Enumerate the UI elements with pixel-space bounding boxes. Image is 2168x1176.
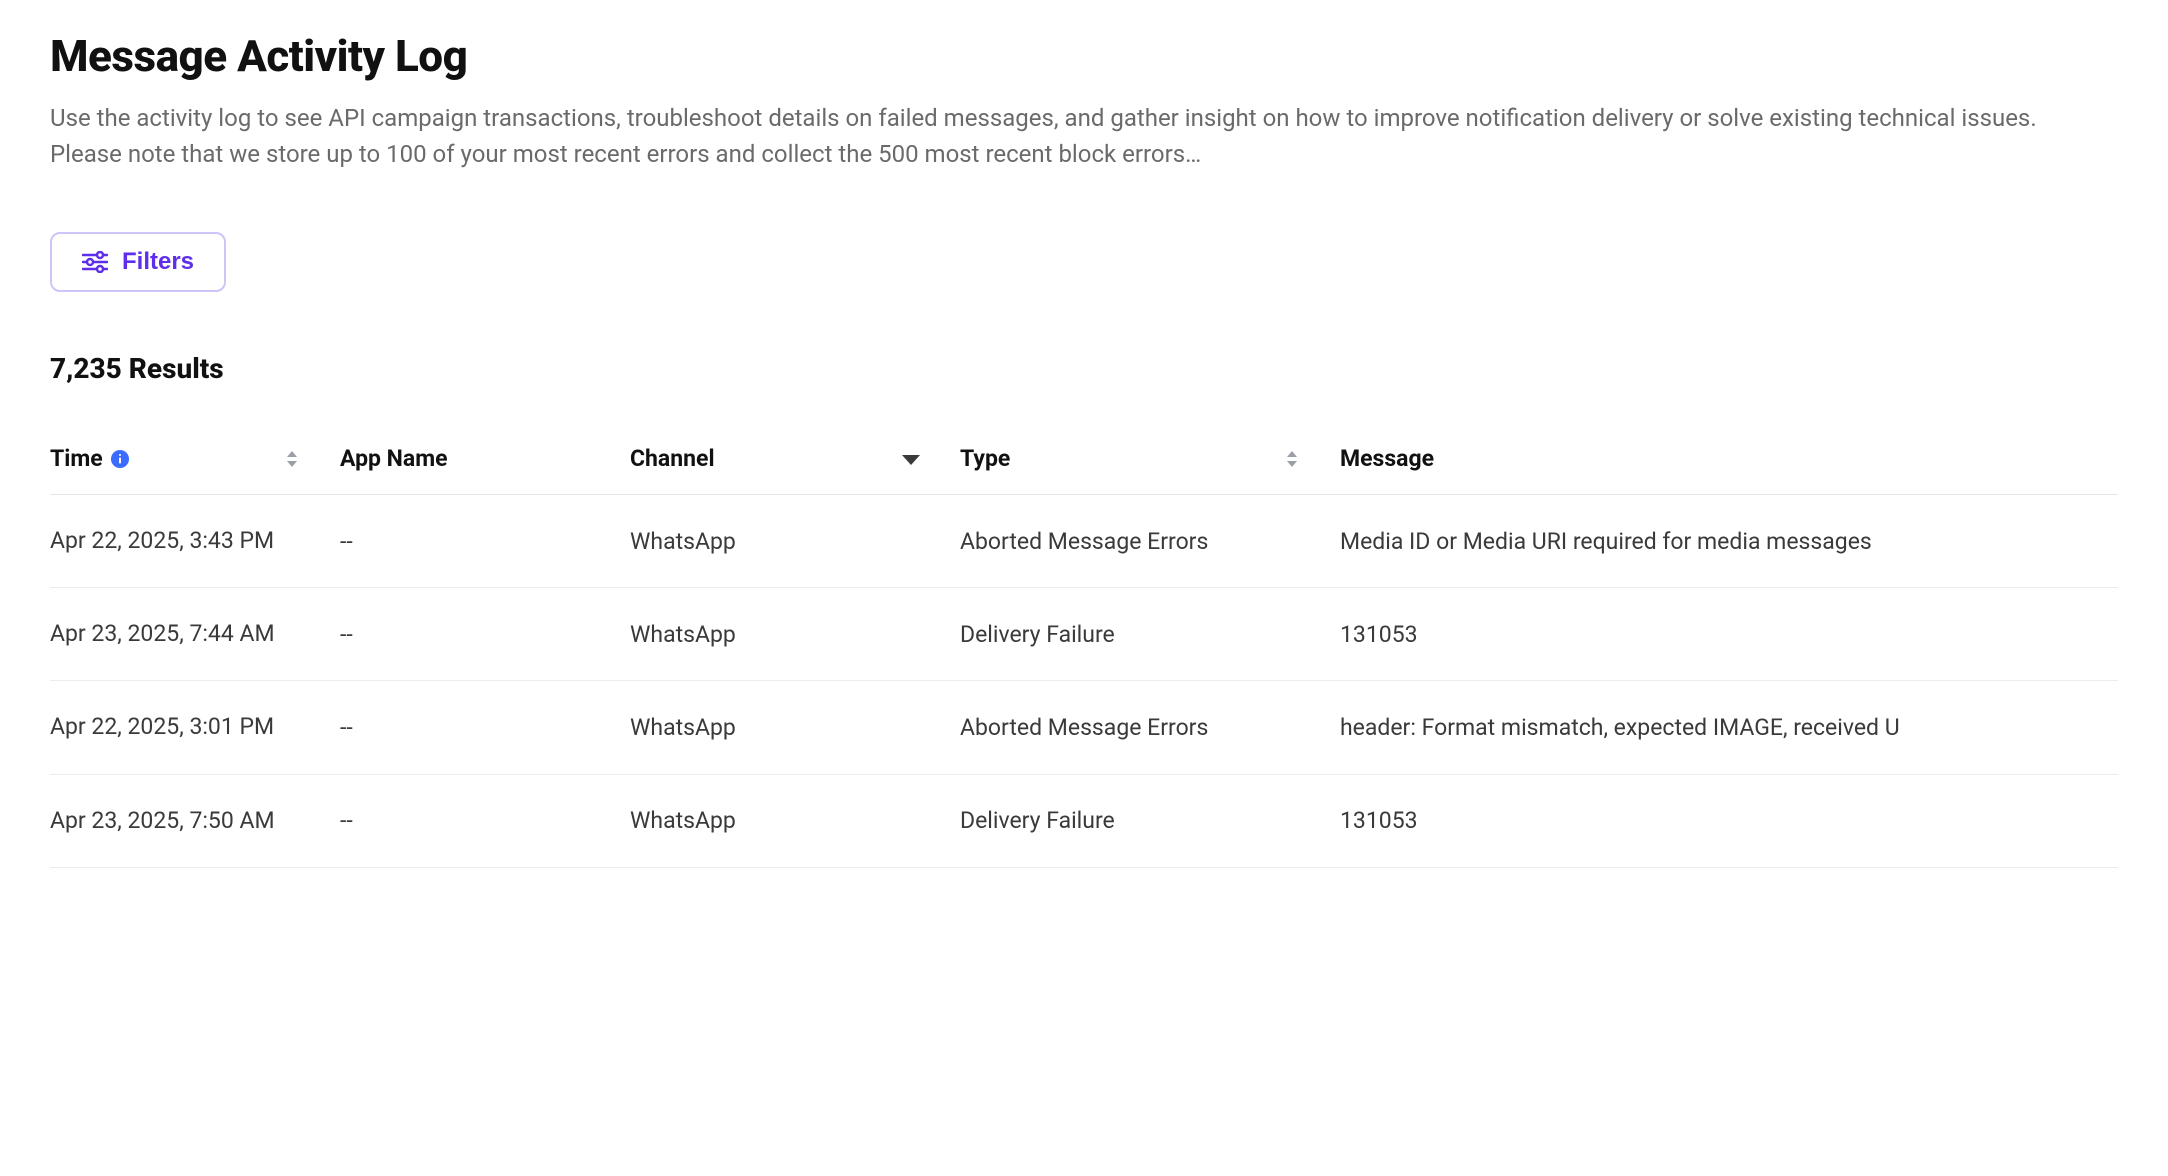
activity-table: Time [50,425,2118,868]
cell-time: Apr 22, 2025, 3:01 PM [50,681,340,774]
cell-type: Delivery Failure [960,588,1340,681]
column-header-time[interactable]: Time [50,425,340,495]
cell-app: -- [340,588,630,681]
cell-channel: WhatsApp [630,495,960,588]
table-row[interactable]: Apr 22, 2025, 3:43 PM -- WhatsApp Aborte… [50,495,2118,588]
cell-time: Apr 22, 2025, 3:43 PM [50,495,340,588]
sort-icon[interactable] [284,449,300,469]
info-icon[interactable] [111,450,129,468]
cell-message: header: Format mismatch, expected IMAGE,… [1340,681,2118,774]
column-header-app[interactable]: App Name [340,425,630,495]
filters-button-label: Filters [122,248,194,276]
column-header-message-label: Message [1340,445,1434,472]
cell-type: Aborted Message Errors [960,495,1340,588]
filters-icon [82,251,108,273]
column-header-time-label: Time [50,445,103,472]
page-description: Use the activity log to see API campaign… [50,100,2050,172]
table-header-row: Time [50,425,2118,495]
column-header-message[interactable]: Message [1340,425,2118,495]
caret-down-icon[interactable] [902,453,920,465]
filters-button[interactable]: Filters [50,232,226,292]
column-header-type-label: Type [960,445,1010,472]
cell-app: -- [340,774,630,867]
results-count: 7,235 Results [50,352,2118,385]
cell-message: Media ID or Media URI required for media… [1340,495,2118,588]
cell-channel: WhatsApp [630,774,960,867]
cell-app: -- [340,495,630,588]
cell-channel: WhatsApp [630,588,960,681]
column-header-app-label: App Name [340,445,448,472]
cell-channel: WhatsApp [630,681,960,774]
sort-icon[interactable] [1284,449,1300,469]
column-header-channel[interactable]: Channel [630,425,960,495]
cell-time: Apr 23, 2025, 7:50 AM [50,774,340,867]
column-header-type[interactable]: Type [960,425,1340,495]
table-row[interactable]: Apr 23, 2025, 7:50 AM -- WhatsApp Delive… [50,774,2118,867]
column-header-channel-label: Channel [630,445,715,472]
page-title: Message Activity Log [50,30,2118,82]
table-row[interactable]: Apr 22, 2025, 3:01 PM -- WhatsApp Aborte… [50,681,2118,774]
cell-message: 131053 [1340,588,2118,681]
table-row[interactable]: Apr 23, 2025, 7:44 AM -- WhatsApp Delive… [50,588,2118,681]
cell-time: Apr 23, 2025, 7:44 AM [50,588,340,681]
cell-app: -- [340,681,630,774]
cell-type: Aborted Message Errors [960,681,1340,774]
cell-type: Delivery Failure [960,774,1340,867]
cell-message: 131053 [1340,774,2118,867]
